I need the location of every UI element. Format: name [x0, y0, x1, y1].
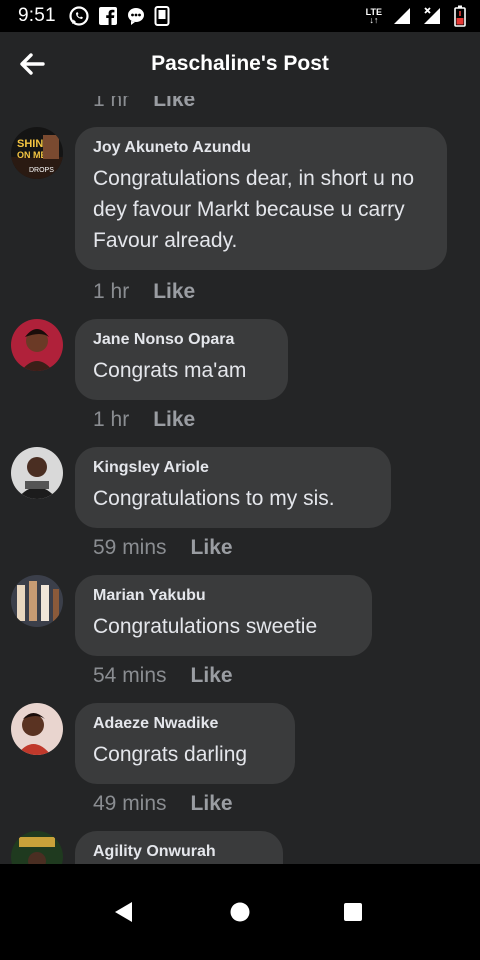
comment-time: 59 mins	[93, 536, 167, 559]
page-title: Paschaline's Post	[151, 52, 329, 75]
comment-text: Congrats ma'am	[93, 359, 247, 382]
avatar[interactable]: SHINE ON ME DROPS	[11, 127, 63, 179]
avatar[interactable]	[11, 575, 63, 627]
arrow-left-icon	[20, 53, 45, 75]
comment-time: 1 hr	[93, 280, 130, 303]
like-button[interactable]: Like	[191, 536, 233, 560]
comment-time: 1 hr	[93, 96, 130, 111]
app-header: Paschaline's Post	[0, 32, 480, 96]
like-button[interactable]: Like	[153, 96, 195, 112]
comment-bubble[interactable]: Marian Yakubu Congratulations sweetie	[75, 575, 372, 656]
triangle-back-icon	[115, 902, 132, 922]
comment-text: Congratulations dear, in short u no dey …	[93, 167, 415, 252]
avatar[interactable]	[11, 831, 63, 864]
square-recents-icon	[344, 903, 362, 921]
facebook-icon	[98, 6, 118, 26]
comment-meta: 54 mins Like	[93, 664, 233, 688]
avatar[interactable]	[11, 447, 63, 499]
comment-text: Congratulations to my sis.	[93, 487, 335, 510]
circle-home-icon	[230, 902, 250, 922]
avatar[interactable]	[11, 703, 63, 755]
comment-bubble[interactable]: Kingsley Ariole Congratulations to my si…	[75, 447, 391, 528]
like-button[interactable]: Like	[191, 792, 233, 816]
signal-no-data-icon	[422, 6, 444, 26]
nav-back-button[interactable]	[103, 894, 143, 930]
battery-icon	[454, 5, 466, 27]
comment-author[interactable]: Jane Nonso Opara	[93, 331, 270, 349]
like-button[interactable]: Like	[191, 664, 233, 688]
comment-author[interactable]: Adaeze Nwadike	[93, 715, 277, 733]
comment-time: 1 hr	[93, 408, 130, 431]
navigation-bar	[0, 864, 480, 960]
status-time: 9:51	[18, 5, 56, 26]
comment-time: 54 mins	[93, 664, 167, 687]
comment-time: 49 mins	[93, 792, 167, 815]
back-button[interactable]	[16, 50, 48, 78]
like-button[interactable]: Like	[153, 280, 195, 304]
comment-text: Congratulations sweetie	[93, 615, 318, 638]
phone-icon	[154, 6, 170, 26]
comment-meta: 1 hr Like	[93, 408, 195, 432]
comment-bubble[interactable]: Joy Akuneto Azundu Congratulations dear,…	[75, 127, 447, 270]
comment-meta: 49 mins Like	[93, 792, 233, 816]
signal-icon	[392, 6, 412, 26]
comment-bubble[interactable]: Adaeze Nwadike Congrats darling	[75, 703, 295, 784]
svg-text:ON ME: ON ME	[17, 150, 47, 160]
comment-meta: 1 hr Like	[93, 96, 195, 112]
comments-list[interactable]: 1 hr Like SHINE ON ME DROPS Joy Akuneto Az…	[0, 96, 480, 864]
comment-bubble[interactable]: Agility Onwurah	[75, 831, 283, 864]
comment-author[interactable]: Kingsley Ariole	[93, 459, 373, 477]
comment-author[interactable]: Joy Akuneto Azundu	[93, 139, 429, 157]
comment-author[interactable]: Agility Onwurah	[93, 843, 265, 861]
comment-meta: 59 mins Like	[93, 536, 233, 560]
messenger-icon	[126, 6, 146, 26]
nav-home-button[interactable]	[220, 894, 260, 930]
whatsapp-icon	[68, 5, 90, 27]
lte-indicator: LTE ↓↑	[365, 7, 382, 25]
comment-author[interactable]: Marian Yakubu	[93, 587, 354, 605]
avatar[interactable]	[11, 319, 63, 371]
comment-bubble[interactable]: Jane Nonso Opara Congrats ma'am	[75, 319, 288, 400]
comment-text: Congrats darling	[93, 743, 248, 766]
status-bar: 9:51 LTE ↓↑	[0, 0, 480, 32]
nav-recents-button[interactable]	[333, 894, 373, 930]
svg-text:DROPS: DROPS	[29, 167, 54, 174]
comment-meta: 1 hr Like	[93, 280, 195, 304]
like-button[interactable]: Like	[153, 408, 195, 432]
